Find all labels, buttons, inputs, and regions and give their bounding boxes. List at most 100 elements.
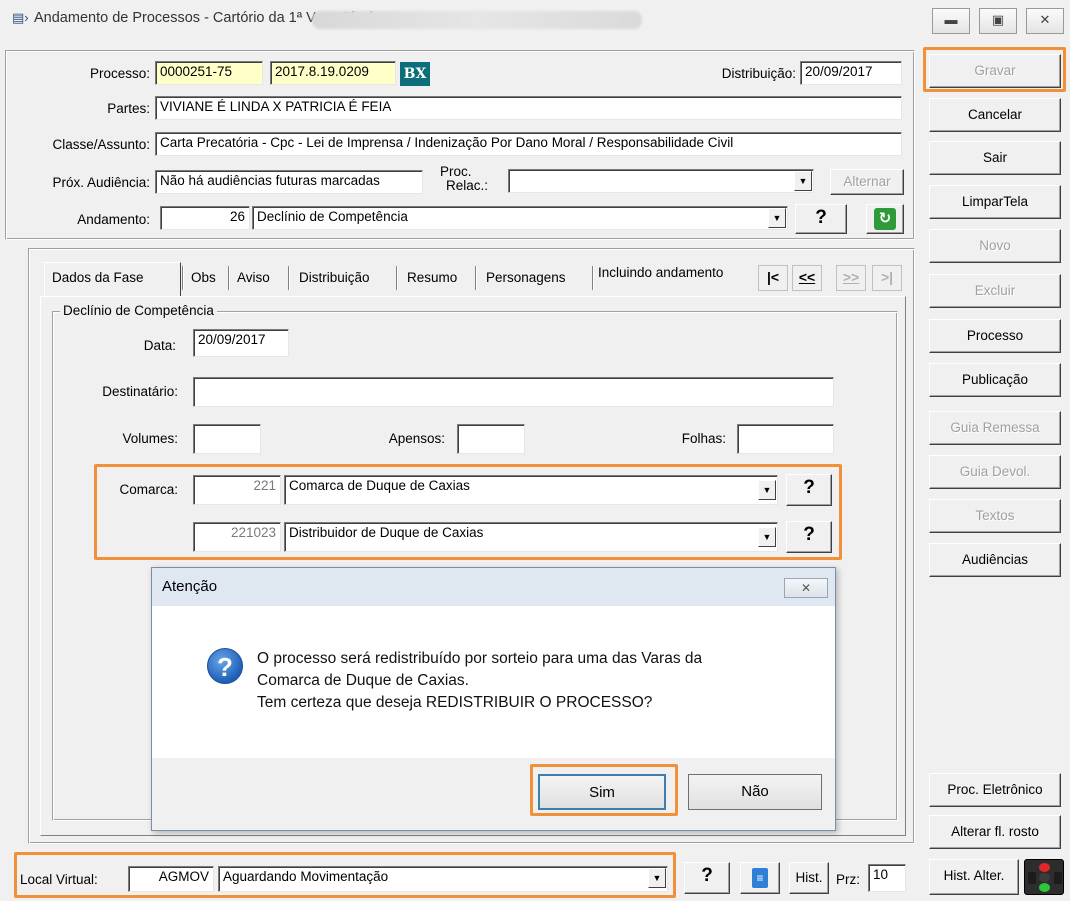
sair-button[interactable]: Sair [929, 141, 1061, 175]
document-button[interactable]: ≡ [740, 862, 780, 894]
refresh-icon: ↻ [874, 208, 896, 230]
dialog-message-line3: Tem certeza que deseja REDISTRIBUIR O PR… [257, 694, 653, 711]
distribuicao-date-field[interactable]: 20/09/2017 [800, 61, 902, 85]
redacted-title-text [312, 11, 642, 29]
destinatario-field[interactable] [193, 377, 834, 407]
classe-assunto-field[interactable]: Carta Precatória - Cpc - Lei de Imprensa… [155, 132, 902, 156]
tab-separator [396, 266, 397, 290]
tab-separator [592, 266, 593, 290]
maximize-icon: ▣ [991, 12, 1005, 27]
chevron-down-icon[interactable]: ▼ [768, 208, 786, 228]
processo-label: Processo: [89, 66, 150, 81]
proc-relac-select[interactable]: ▼ [508, 169, 814, 193]
dialog-message: O processo será redistribuído por sortei… [257, 648, 702, 714]
document-icon: ≡ [752, 868, 768, 888]
andamento-help-button[interactable]: ? [795, 204, 847, 234]
question-icon: ? [207, 648, 243, 684]
publicacao-button[interactable]: Publicação [929, 363, 1061, 397]
nao-button[interactable]: Não [688, 774, 822, 810]
highlight-local-virtual [14, 852, 676, 898]
app-icon: ▤› [12, 10, 29, 25]
traffic-green [1039, 883, 1050, 892]
hist-alter-button[interactable]: Hist. Alter. [929, 859, 1019, 895]
prox-audiencia-field[interactable]: Não há audiências futuras marcadas [155, 170, 423, 194]
guia-remessa-button[interactable]: Guia Remessa [929, 411, 1061, 445]
volumes-label: Volumes: [122, 431, 178, 446]
tab-personagens[interactable]: Personagens [482, 264, 570, 294]
prox-audiencia-label: Próx. Audiência: [52, 175, 150, 190]
dialog-footer: Sim Não [152, 758, 835, 830]
distribuicao-label: Distribuição: [721, 66, 796, 81]
proc-eletronico-button[interactable]: Proc. Eletrônico [929, 773, 1061, 807]
apensos-label: Apensos: [388, 431, 445, 446]
minimize-button[interactable]: ▬ [932, 8, 970, 34]
groupbox-title: Declínio de Competência [60, 303, 217, 318]
traffic-red [1039, 863, 1050, 872]
highlight-sim [530, 764, 678, 816]
refresh-button[interactable]: ↻ [866, 204, 904, 234]
destinatario-label: Destinatário: [102, 384, 178, 399]
tab-separator [228, 266, 229, 290]
highlight-gravar [923, 47, 1066, 92]
tab-resumo[interactable]: Resumo [403, 264, 461, 294]
apensos-field[interactable] [457, 424, 525, 454]
dialog-title: Atenção [152, 568, 835, 606]
maximize-button[interactable]: ▣ [979, 8, 1017, 34]
tab-distribuicao[interactable]: Distribuição [295, 264, 374, 294]
title-bar: ▤› Andamento de Processos - Cartório da … [0, 0, 1070, 38]
andamento-value: Declínio de Competência [257, 209, 408, 224]
andamento-code-field[interactable]: 26 [160, 206, 250, 230]
folhas-label: Folhas: [681, 431, 726, 446]
dialog-close-button[interactable]: ✕ [784, 578, 828, 598]
tab-obs[interactable]: Obs [187, 264, 220, 294]
volumes-field[interactable] [193, 424, 261, 454]
prz-field[interactable]: 10 [868, 864, 906, 892]
processo-number-field[interactable]: 0000251-75 [155, 61, 263, 85]
andamento-label: Andamento: [77, 212, 150, 227]
close-button[interactable]: ✕ [1026, 8, 1064, 34]
alternar-button[interactable]: Alternar [830, 169, 904, 195]
andamento-select[interactable]: Declínio de Competência ▼ [252, 206, 788, 230]
guia-devol-button[interactable]: Guia Devol. [929, 455, 1061, 489]
close-icon: ✕ [800, 581, 812, 595]
tab-separator [182, 266, 183, 290]
textos-button[interactable]: Textos [929, 499, 1061, 533]
data-field[interactable]: 20/09/2017 [193, 329, 289, 357]
tab-separator [475, 266, 476, 290]
tab-separator [288, 266, 289, 290]
classe-assunto-label: Classe/Assunto: [52, 137, 150, 152]
excluir-button[interactable]: Excluir [929, 274, 1061, 308]
traffic-right-wing [1054, 872, 1062, 884]
proc-relac-label: Proc. Relac.: [440, 165, 500, 193]
nav-next-button[interactable]: >> [836, 265, 866, 291]
traffic-light-icon[interactable] [1024, 859, 1064, 895]
data-label: Data: [143, 338, 176, 353]
novo-button[interactable]: Novo [929, 229, 1061, 263]
chevron-down-icon[interactable]: ▼ [794, 171, 812, 191]
nav-last-button[interactable]: >| [872, 265, 902, 291]
limpar-tela-button[interactable]: LimparTela [929, 185, 1061, 219]
tab-aviso[interactable]: Aviso [233, 264, 274, 294]
nav-first-button[interactable]: |< [758, 265, 788, 291]
prz-label: Prz: [836, 872, 861, 887]
proc-relac-label-line2: Relac.: [446, 178, 489, 193]
close-icon: ✕ [1039, 12, 1051, 27]
nav-prev-button[interactable]: << [792, 265, 822, 291]
bx-badge: BX [400, 62, 430, 86]
traffic-yellow [1039, 873, 1050, 882]
processo-button[interactable]: Processo [929, 319, 1061, 353]
partes-label: Partes: [107, 101, 150, 116]
cancelar-button[interactable]: Cancelar [929, 98, 1061, 132]
partes-field[interactable]: VIVIANE É LINDA X PATRICIA É FEIA [155, 96, 902, 120]
audiencias-button[interactable]: Audiências [929, 543, 1061, 577]
hist-button[interactable]: Hist. [789, 862, 829, 894]
highlight-comarca [94, 464, 842, 560]
folhas-field[interactable] [737, 424, 834, 454]
processo-cnj-field[interactable]: 2017.8.19.0209 [270, 61, 396, 85]
incluindo-andamento-status: Incluindo andamento [598, 265, 724, 280]
tab-dados-da-fase[interactable]: Dados da Fase [48, 264, 148, 294]
traffic-left-wing [1028, 872, 1036, 884]
alterar-fl-rosto-button[interactable]: Alterar fl. rosto [929, 815, 1061, 849]
dialog-message-line2: Comarca de Duque de Caxias. [257, 672, 469, 689]
local-help-button[interactable]: ? [684, 862, 730, 894]
